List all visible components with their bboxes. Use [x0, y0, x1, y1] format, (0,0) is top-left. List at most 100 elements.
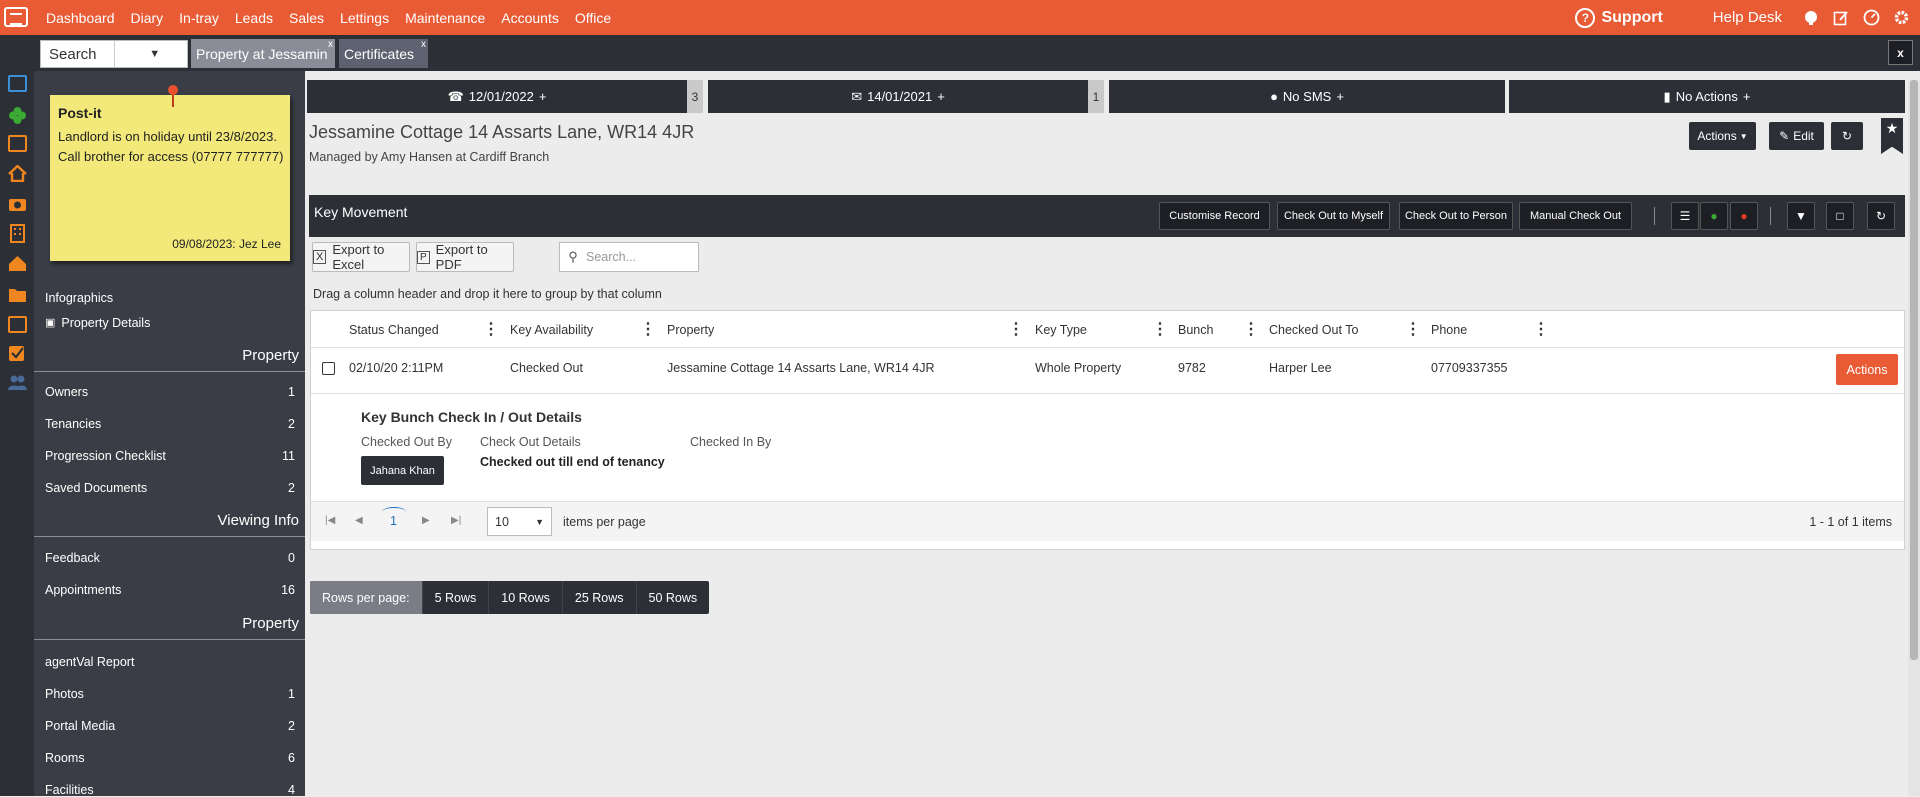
folder-icon[interactable] — [8, 286, 27, 303]
column-menu-icon[interactable]: ⋮ — [483, 319, 499, 339]
clover-icon[interactable] — [8, 106, 27, 124]
column-header-key-availability[interactable]: Key Availability — [510, 323, 593, 337]
calendar-icon[interactable] — [8, 75, 27, 92]
rows-option-5[interactable]: 5 Rows — [423, 581, 490, 614]
users-icon[interactable] — [8, 374, 27, 391]
column-menu-icon[interactable]: ⋮ — [1243, 319, 1259, 339]
checklist-icon[interactable] — [8, 345, 27, 362]
actions-dropdown-button[interactable]: Actions ▼ — [1689, 122, 1756, 150]
grid-search-input[interactable]: ⚲ Search... — [559, 242, 699, 272]
rows-option-25[interactable]: 25 Rows — [563, 581, 637, 614]
caret-down-icon[interactable]: ▼ — [113, 41, 188, 67]
lightbulb-icon[interactable] — [1802, 9, 1820, 27]
column-header-phone[interactable]: Phone — [1431, 323, 1467, 337]
sidebar-item-facilities[interactable]: Facilities 4 — [45, 783, 295, 797]
email-action[interactable]: ✉ 14/01/2021 + — [708, 80, 1088, 113]
sms-action[interactable]: ● No SMS + — [1109, 80, 1505, 113]
sidebar-item-infographics[interactable]: Infographics — [45, 291, 295, 305]
page-size-select[interactable]: 10 ▼ — [487, 507, 552, 536]
check-out-to-person-button[interactable]: Check Out to Person — [1399, 202, 1513, 230]
settings-gear-icon[interactable] — [1892, 9, 1910, 27]
export-pdf-button[interactable]: P Export to PDF — [416, 242, 514, 272]
sidebar-item-photos[interactable]: Photos 1 — [45, 687, 295, 701]
sidebar-item-tenancies[interactable]: Tenancies 2 — [45, 417, 295, 431]
dashboard-gauge-icon[interactable] — [1862, 9, 1880, 27]
sidebar-item-appointments[interactable]: Appointments 16 — [45, 583, 295, 597]
sidebar-item-feedback[interactable]: Feedback 0 — [45, 551, 295, 565]
check-out-to-myself-button[interactable]: Check Out to Myself — [1277, 202, 1390, 230]
export-excel-button[interactable]: X Export to Excel — [312, 242, 410, 272]
prev-page-icon[interactable]: ◀ — [355, 515, 363, 526]
column-menu-icon[interactable]: ⋮ — [1152, 319, 1168, 339]
filter-icon[interactable]: ▼ — [1787, 202, 1815, 230]
manual-check-out-button[interactable]: Manual Check Out — [1519, 202, 1632, 230]
sidebar-item-agentval-report[interactable]: agentVal Report — [45, 655, 295, 669]
nav-accounts[interactable]: Accounts — [493, 10, 567, 26]
column-menu-icon[interactable]: ⋮ — [1405, 319, 1421, 339]
nav-diary[interactable]: Diary — [123, 10, 172, 26]
sidebar-item-portal-media[interactable]: Portal Media 2 — [45, 719, 295, 733]
building-icon[interactable] — [8, 224, 27, 243]
add-sms-plus[interactable]: + — [1336, 89, 1344, 104]
nav-maintenance[interactable]: Maintenance — [397, 10, 493, 26]
post-it-note[interactable]: Post-it Landlord is on holiday until 23/… — [50, 85, 290, 261]
map-pin-red-icon[interactable]: ● — [1730, 202, 1758, 230]
app-logo-icon[interactable] — [4, 7, 28, 27]
add-email-plus[interactable]: + — [937, 89, 945, 104]
tab-property[interactable]: Property at Jessamin x — [191, 39, 335, 68]
first-page-icon[interactable]: |◀ — [325, 515, 335, 526]
save-view-icon[interactable]: □ — [1826, 202, 1854, 230]
rows-option-10[interactable]: 10 Rows — [489, 581, 563, 614]
column-menu-icon[interactable]: ⋮ — [640, 319, 656, 339]
sidebar-item-saved-documents[interactable]: Saved Documents 2 — [45, 481, 295, 495]
column-header-status-changed[interactable]: Status Changed — [349, 323, 439, 337]
close-all-tabs-button[interactable]: x — [1888, 40, 1913, 65]
sidebar-item-rooms[interactable]: Rooms 6 — [45, 751, 295, 765]
tab-close-icon[interactable]: x — [421, 39, 426, 50]
nav-office[interactable]: Office — [567, 10, 619, 26]
column-header-property[interactable]: Property — [667, 323, 714, 337]
refresh-grid-icon[interactable]: ↻ — [1867, 202, 1895, 230]
customise-record-button[interactable]: Customise Record — [1159, 202, 1270, 230]
nav-leads[interactable]: Leads — [227, 10, 281, 26]
nav-sales[interactable]: Sales — [281, 10, 332, 26]
column-header-bunch[interactable]: Bunch — [1178, 323, 1213, 337]
nav-lettings[interactable]: Lettings — [332, 10, 397, 26]
sidebar-item-property-details[interactable]: ▣ Property Details — [45, 316, 295, 330]
map-pin-green-icon[interactable]: ● — [1700, 202, 1728, 230]
row-actions-button[interactable]: Actions — [1836, 354, 1898, 385]
contacts-icon[interactable] — [8, 135, 27, 152]
support-link[interactable]: ? Support — [1575, 7, 1663, 28]
refresh-button[interactable]: ↻ — [1831, 122, 1863, 150]
global-search-select[interactable]: Search ▼ — [40, 40, 188, 68]
sidebar-item-owners[interactable]: Owners 1 — [45, 385, 295, 399]
edit-note-icon[interactable] — [1832, 9, 1850, 27]
row-select-checkbox[interactable] — [322, 362, 335, 375]
actions-action[interactable]: ▮ No Actions + — [1509, 80, 1905, 113]
checked-out-by-badge[interactable]: Jahana Khan — [361, 456, 444, 485]
nav-in-tray[interactable]: In-tray — [171, 10, 227, 26]
call-action[interactable]: ☎ 12/01/2022 + — [307, 80, 687, 113]
column-menu-icon[interactable]: ⋮ — [1533, 319, 1549, 339]
column-header-checked-out-to[interactable]: Checked Out To — [1269, 323, 1358, 337]
bookmark-star-icon[interactable]: ★ — [1881, 118, 1903, 154]
helpdesk-link[interactable]: Help Desk — [1713, 9, 1782, 26]
last-page-icon[interactable]: ▶| — [451, 515, 461, 526]
list-view-icon[interactable]: ☰ — [1671, 202, 1699, 230]
tab-certificates[interactable]: Certificates x — [339, 39, 428, 68]
column-header-key-type[interactable]: Key Type — [1035, 323, 1087, 337]
house-icon[interactable] — [8, 164, 27, 183]
column-menu-icon[interactable]: ⋮ — [1008, 319, 1024, 339]
nav-dashboard[interactable]: Dashboard — [38, 10, 123, 26]
add-call-plus[interactable]: + — [539, 89, 547, 104]
camera-icon[interactable] — [8, 195, 27, 212]
sidebar-item-progression-checklist[interactable]: Progression Checklist 11 — [45, 449, 295, 463]
edit-button[interactable]: ✎ Edit — [1769, 122, 1824, 150]
add-action-plus[interactable]: + — [1743, 89, 1751, 104]
inbox-arrow-icon[interactable] — [8, 316, 27, 333]
current-page-number[interactable]: 1 — [390, 514, 397, 528]
tab-close-icon[interactable]: x — [328, 39, 333, 50]
scrollbar-thumb[interactable] — [1910, 80, 1918, 660]
next-page-icon[interactable]: ▶ — [422, 515, 430, 526]
page-scrollbar[interactable] — [1908, 80, 1920, 796]
